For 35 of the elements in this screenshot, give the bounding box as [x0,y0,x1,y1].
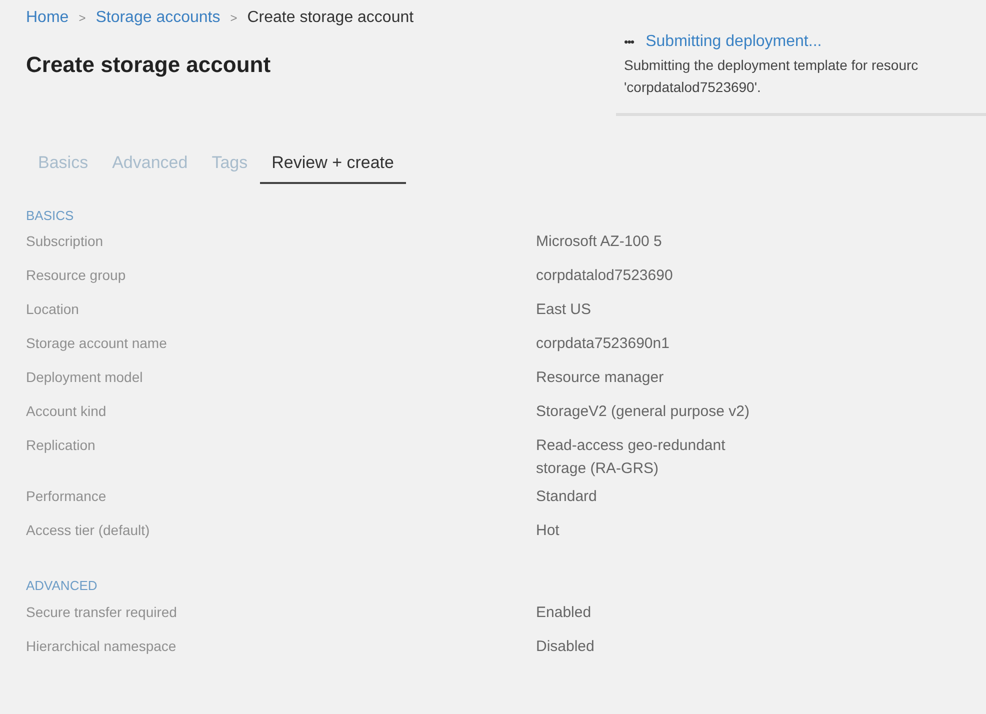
notification-title: Submitting deployment... [646,32,822,52]
breadcrumb-separator: > [230,10,238,27]
field-value: Disabled [536,636,596,657]
field-label: Hierarchical namespace [26,636,178,656]
field-value: corpdatalod7523690 [536,266,674,286]
field-label: Storage account name [26,334,168,354]
progress-dots-icon: ••• [624,33,634,51]
breadcrumb-current: Create storage account [247,8,414,28]
field-value: Hot [536,521,560,542]
field-value: East US [536,300,592,320]
field-value: Resource manager [536,368,665,388]
field-label: Account kind [26,402,108,422]
field-value: Read-access geo-redundant storage (RA-GRS) [536,436,726,479]
tab[interactable]: Review + create [260,146,406,184]
breadcrumb-separator: > [78,10,86,27]
field-label: Resource group [26,266,127,286]
field-label: Subscription [26,232,104,252]
field-value: corpdata7523690n1 [536,334,670,354]
field-value: Standard [536,487,598,508]
breadcrumb-link[interactable]: Home [26,6,69,30]
field-label: Secure transfer required [26,602,178,622]
section-heading: BASICS [26,206,75,225]
field-label: Replication [26,436,96,456]
notification-text: 'corpdatalod7523690'. [624,78,762,98]
field-value: Enabled [536,602,592,623]
field-value: StorageV2 (general purpose v2) [536,402,750,422]
field-label: Deployment model [26,368,144,388]
section-heading: ADVANCED [26,577,98,596]
field-label: Access tier (default) [26,521,151,540]
field-label: Location [26,300,80,320]
notification-text: Submitting the deployment template for resourc [624,56,920,75]
breadcrumb-link[interactable]: Storage accounts [96,6,220,30]
page-title: Create storage account [26,52,271,78]
field-label: Performance [26,487,108,506]
field-value: Microsoft AZ-100 5 [536,232,663,252]
